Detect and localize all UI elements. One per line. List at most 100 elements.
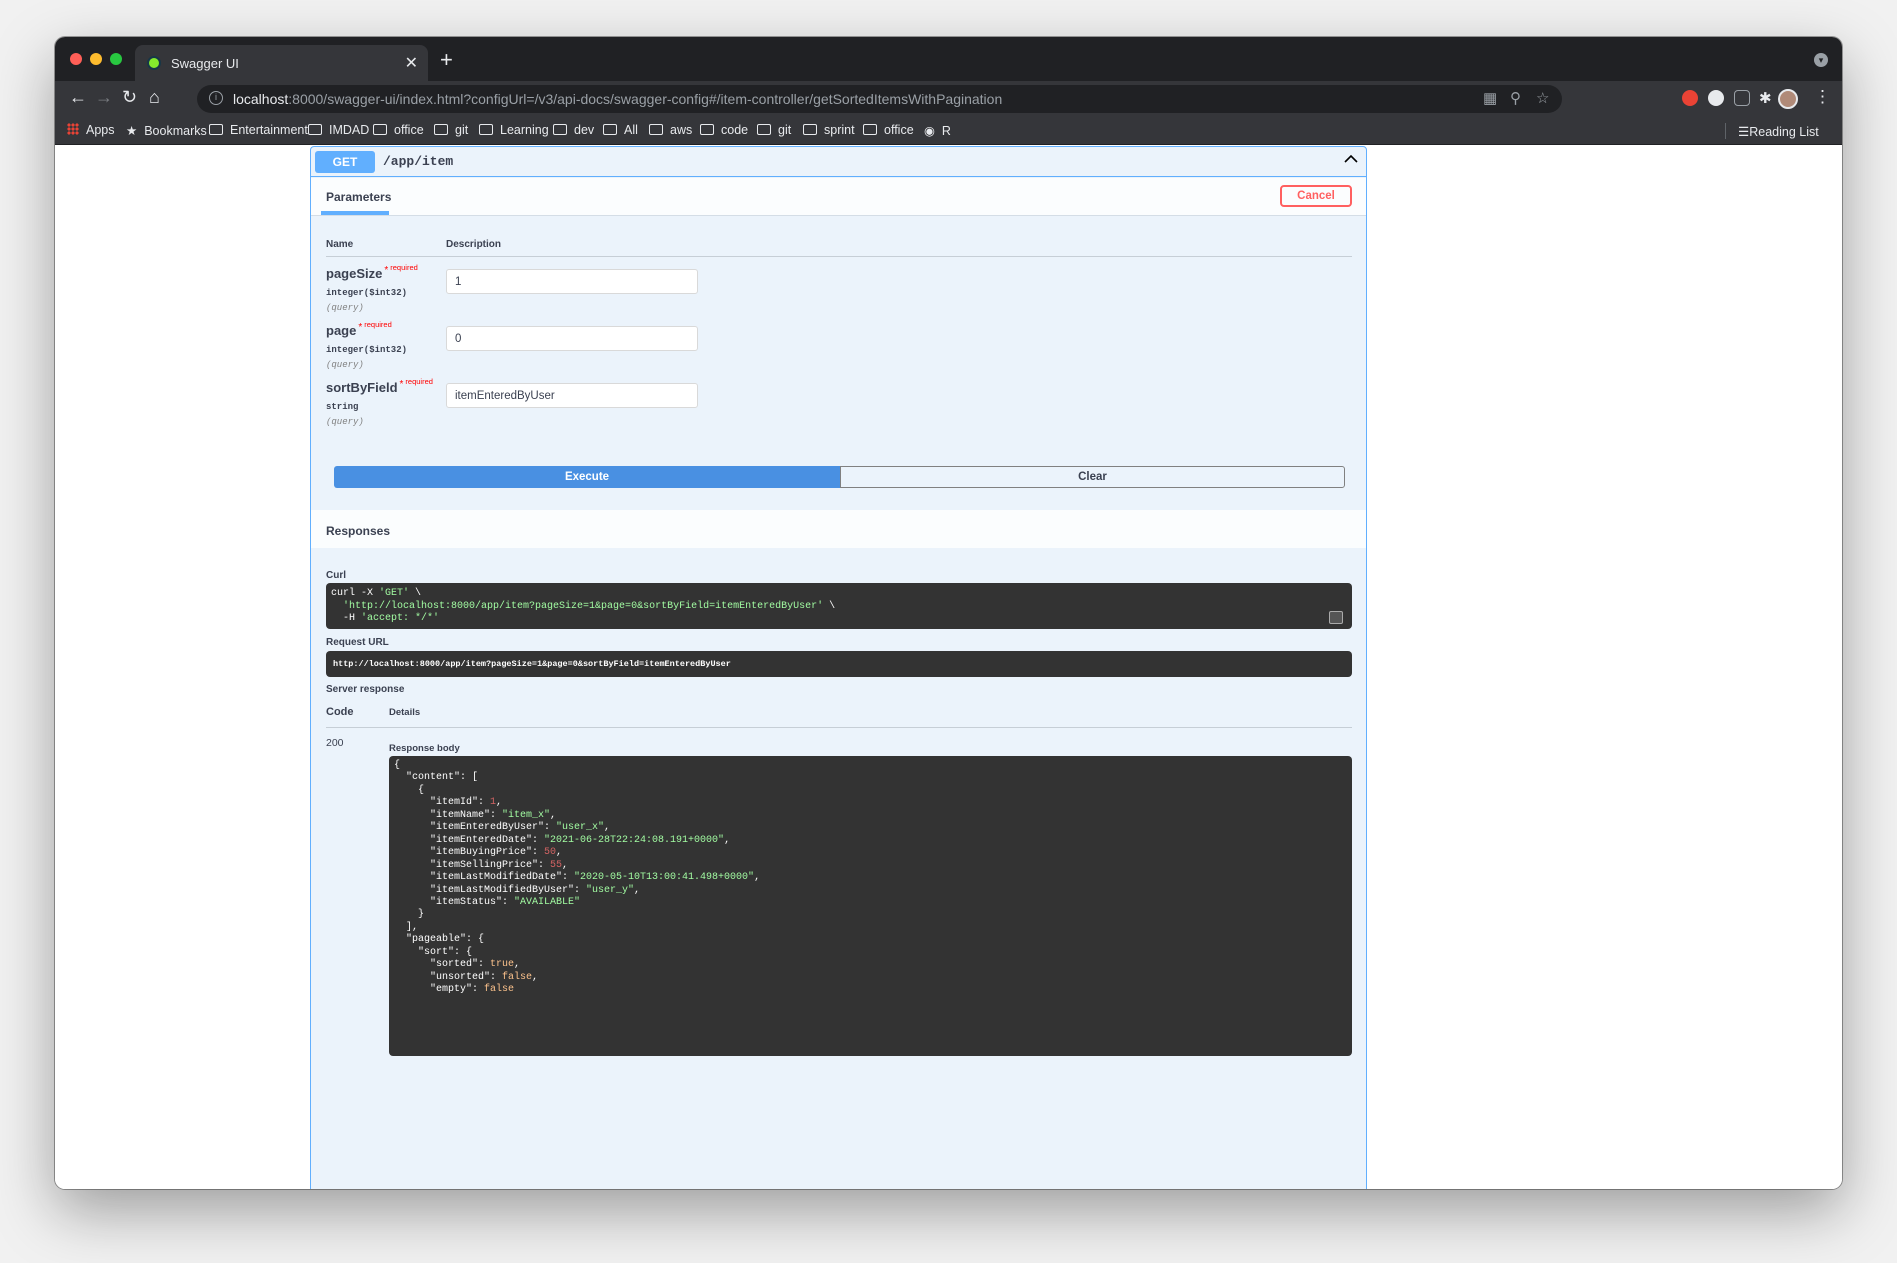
maximize-window-button[interactable] [110,53,122,65]
request-url-label: Request URL [326,637,389,648]
tab-parameters[interactable]: Parameters [326,190,391,204]
json-line: "itemLastModifiedDate": "2020-05-10T13:0… [394,872,761,884]
qr-code-icon[interactable]: ▦ [1483,89,1497,107]
bookmark-folder[interactable]: aws [649,123,692,137]
code-column-header: Code [326,706,354,718]
parameter-type: string [326,402,359,412]
json-line: "content": [ [394,772,479,784]
folder-icon [803,124,817,135]
operation-block-get: GET /app/item Parameters Cancel Name Des… [310,146,1367,1189]
required-label: required [405,377,433,386]
sortbyfield-input[interactable] [446,383,698,408]
clear-button[interactable]: Clear [840,466,1345,488]
response-body-code-block[interactable]: { "content": [ { "itemId": 1, "itemName"… [389,756,1352,1056]
bookmark-folder[interactable]: code [700,123,748,137]
json-line: "itemLastModifiedByUser": "user_y", [394,884,641,896]
bookmark-folder[interactable]: Entertainment [209,123,308,137]
folder-icon [373,124,387,135]
bookmark-folder[interactable]: All [603,123,638,137]
url-text[interactable]: localhost:8000/swagger-ui/index.html?con… [233,91,1002,107]
reload-icon[interactable]: ↻ [122,87,137,108]
pagesize-input[interactable] [446,269,698,294]
bookmark-apps[interactable]: Apps [67,123,115,137]
folder-icon [603,124,617,135]
copy-to-clipboard-icon[interactable] [1329,611,1343,624]
bookmark-folder[interactable]: dev [553,123,594,137]
address-bar[interactable]: i localhost:8000/swagger-ui/index.html?c… [197,85,1562,113]
home-icon[interactable]: ⌂ [149,87,160,108]
curl-label: Curl [326,570,346,581]
request-url-block[interactable]: http://localhost:8000/app/item?pageSize=… [326,651,1352,677]
parameter-name: pageSize [326,266,383,281]
folder-icon [757,124,771,135]
folder-icon [649,124,663,135]
folder-icon [863,124,877,135]
json-line: { [394,760,401,771]
bookmark-folder[interactable]: office [373,123,424,137]
parameter-name: sortByField [326,380,398,395]
parameter-type: integer($int32) [326,288,408,298]
globe-icon: ◉ [924,124,935,138]
json-line: "itemId": 1, [394,797,503,809]
column-header-description: Description [446,239,502,250]
tab-search-icon[interactable]: ▾ [1814,53,1828,67]
tab-swagger-ui[interactable]: Swagger UI ✕ [135,45,428,81]
required-label: required [364,320,392,329]
bookmark-star-icon[interactable]: ☆ [1536,89,1549,107]
parameter-name: page [326,323,357,338]
minimize-window-button[interactable] [90,53,102,65]
json-line: "unsorted": false, [394,971,539,983]
profile-avatar[interactable] [1778,89,1798,109]
json-line: "itemSellingPrice": 55, [394,859,569,871]
reading-list-icon: ☰ [1738,125,1750,139]
folder-icon [479,124,493,135]
responses-title: Responses [326,524,391,538]
json-line: "sorted": true, [394,959,521,971]
close-window-button[interactable] [70,53,82,65]
tab-active-indicator [321,211,389,215]
bookmark-folder[interactable]: office [863,123,914,137]
curl-code-block[interactable]: curl -X 'GET' \ 'http://localhost:8000/a… [326,583,1352,629]
json-line: "itemStatus": "AVAILABLE" [394,896,581,908]
forward-icon[interactable]: → [95,87,113,108]
site-info-icon[interactable]: i [209,91,223,105]
back-icon[interactable]: ← [69,87,87,108]
parameter-row-pagesize: pageSize * required integer($int32) (query… [326,263,418,313]
extensions-puzzle-icon[interactable]: ✱ [1759,89,1772,107]
zoom-icon[interactable]: ⚲ [1510,89,1521,107]
folder-icon [209,124,223,135]
bookmark-folder[interactable]: git [434,123,468,137]
reading-list-button[interactable]: ☰Reading List [1725,123,1819,139]
extension-square-icon[interactable] [1734,90,1750,106]
extension-circle-icon[interactable] [1708,90,1724,106]
parameters-header: Parameters Cancel [311,178,1366,216]
extension-red-icon[interactable] [1682,90,1698,106]
response-body-label: Response body [389,743,460,754]
apps-grid-icon [67,123,79,135]
responses-header: Responses [311,510,1366,548]
bookmark-r[interactable]: ◉ R [924,123,951,138]
page-input[interactable] [446,326,698,351]
bookmark-bookmarks[interactable]: ★ Bookmarks [126,123,207,138]
cancel-button[interactable]: Cancel [1280,185,1352,207]
required-asterisk: * [399,379,404,390]
page-content: GET /app/item Parameters Cancel Name Des… [55,146,1842,1189]
bookmark-folder[interactable]: git [757,123,791,137]
execute-button[interactable]: Execute [334,466,840,488]
curl-line: 'http://localhost:8000/app/item?pageSize… [343,600,836,612]
browser-menu-icon[interactable]: ⋮ [1814,87,1831,107]
column-header-name: Name [326,239,354,250]
tab-close-icon[interactable]: ✕ [405,53,418,73]
folder-icon [553,124,567,135]
parameter-row-sortbyfield: sortByField * required string (query) [326,377,433,427]
operation-summary[interactable]: GET /app/item [311,147,1366,177]
json-line: } [394,909,425,921]
response-table-divider [326,727,1352,728]
chevron-up-icon[interactable] [1344,152,1358,166]
bookmarks-separator [1725,123,1726,139]
bookmark-folder[interactable]: Learning [479,123,549,137]
new-tab-button[interactable]: + [440,47,453,73]
required-asterisk: * [358,322,363,333]
bookmark-folder[interactable]: sprint [803,123,855,137]
bookmark-folder[interactable]: IMDAD [308,123,369,137]
